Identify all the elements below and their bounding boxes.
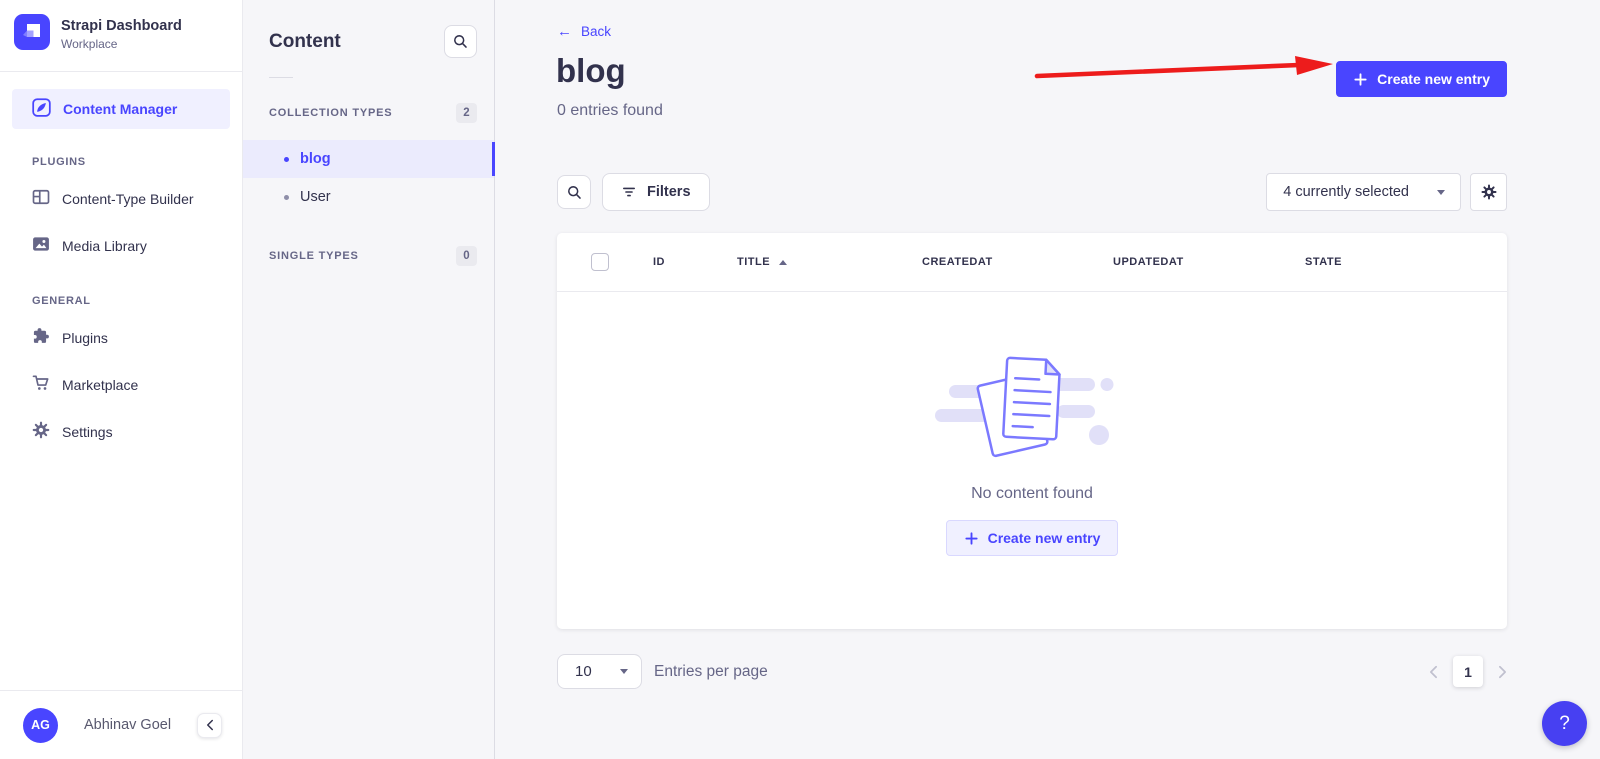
chevron-right-icon	[1499, 665, 1506, 678]
sidebar-footer: AG Abhinav Goel	[0, 690, 242, 759]
sort-ascending-icon	[779, 259, 788, 265]
puzzle-icon	[31, 326, 51, 349]
single-types-label: SINGLE TYPES	[269, 250, 359, 262]
brand: Strapi Dashboard Workplace	[0, 0, 242, 72]
subnav-search-button[interactable]	[444, 25, 477, 58]
cart-icon	[31, 373, 51, 396]
annotation-arrow	[1034, 56, 1333, 79]
brand-title: Strapi Dashboard	[61, 18, 182, 34]
search-icon	[454, 35, 467, 48]
sidebar-item-label: Media Library	[62, 237, 147, 254]
column-header-id[interactable]: ID	[653, 256, 737, 268]
divider	[269, 77, 293, 78]
entries-table-card: ID TITLE CREATEDAT UPDATEDAT STATE No co…	[557, 233, 1507, 629]
chevron-left-icon	[206, 719, 213, 731]
create-new-entry-label: Create new entry	[1377, 71, 1490, 87]
plus-icon	[1354, 72, 1367, 86]
fields-selected-value: 4 currently selected	[1283, 184, 1409, 200]
pagination-bar: 10 Entries per page 1	[557, 654, 1507, 689]
page-size-select[interactable]: 10	[557, 654, 642, 689]
bullet-icon	[284, 194, 289, 200]
subnav-item-label: User	[300, 189, 331, 205]
image-icon	[31, 234, 51, 257]
entries-count: 0 entries found	[557, 102, 663, 119]
subnav-item-blog[interactable]: blog	[243, 140, 495, 178]
gear-icon	[31, 420, 51, 443]
back-arrow-icon: ←	[557, 23, 572, 40]
main-sidebar: Strapi Dashboard Workplace Content Manag…	[0, 0, 243, 759]
sidebar-item-label: Content Manager	[63, 101, 178, 117]
table-settings-button[interactable]	[1470, 173, 1507, 211]
bullet-icon	[284, 156, 289, 162]
column-header-createdat[interactable]: CREATEDAT	[922, 256, 1113, 268]
empty-state-create-button[interactable]: Create new entry	[945, 520, 1119, 556]
toolbar: Filters 4 currently selected	[557, 173, 1507, 211]
strapi-logo-icon	[14, 14, 50, 55]
avatar: AG	[23, 707, 58, 743]
sidebar-item-content-manager[interactable]: Content Manager	[12, 89, 230, 129]
create-new-entry-button[interactable]: Create new entry	[1336, 61, 1507, 97]
chevron-left-icon	[1430, 665, 1437, 678]
back-label: Back	[581, 24, 612, 39]
fields-selected-dropdown[interactable]: 4 currently selected	[1266, 173, 1461, 211]
collection-types-label: COLLECTION TYPES	[269, 107, 393, 119]
collection-types-count-badge: 2	[456, 103, 477, 123]
main-content: ← Back blog 0 entries found Create new e…	[495, 0, 1600, 759]
previous-page-button[interactable]	[1429, 665, 1438, 679]
sidebar-item-media-library[interactable]: Media Library	[12, 223, 230, 268]
content-subnav: Content COLLECTION TYPES 2 blog User SIN…	[243, 0, 495, 759]
sidebar-item-plugins[interactable]: Plugins	[12, 315, 230, 360]
documents-illustration	[934, 356, 1113, 458]
content-manager-icon	[31, 97, 52, 121]
current-page-button[interactable]: 1	[1453, 656, 1483, 687]
plus-icon	[964, 531, 978, 545]
next-page-button[interactable]	[1498, 665, 1507, 679]
column-header-updatedat[interactable]: UPDATEDAT	[1113, 256, 1305, 268]
brand-subtitle: Workplace	[61, 37, 118, 51]
filters-label: Filters	[647, 184, 691, 200]
layout-grid-icon	[31, 187, 51, 210]
select-all-checkbox[interactable]	[591, 253, 609, 271]
sidebar-item-label: Plugins	[62, 329, 108, 346]
user-name: Abhinav Goel	[84, 717, 172, 733]
column-header-title-label: TITLE	[737, 256, 771, 268]
sidebar-item-settings[interactable]: Settings	[12, 409, 230, 454]
empty-state-create-label: Create new entry	[987, 530, 1101, 546]
back-link[interactable]: ← Back	[557, 24, 611, 39]
sidebar-item-label: Settings	[62, 423, 113, 440]
entries-per-page-label: Entries per page	[654, 662, 768, 680]
plugins-section-label: PLUGINS	[32, 156, 86, 168]
empty-state: No content found Create new entry	[557, 292, 1507, 629]
single-types-count-badge: 0	[456, 246, 477, 266]
table-search-button[interactable]	[557, 175, 591, 209]
search-icon	[567, 185, 581, 199]
page-title: blog	[556, 52, 626, 89]
filter-icon	[623, 187, 635, 197]
empty-state-message: No content found	[971, 485, 1093, 502]
sidebar-item-label: Content-Type Builder	[62, 190, 194, 207]
gear-icon	[1481, 184, 1496, 200]
subnav-title: Content	[269, 30, 341, 52]
collapse-sidebar-button[interactable]	[197, 712, 222, 738]
column-header-state[interactable]: STATE	[1305, 256, 1507, 268]
page-size-value: 10	[575, 663, 592, 680]
help-button[interactable]: ?	[1542, 701, 1587, 746]
chevron-down-icon	[620, 669, 628, 674]
general-section-label: GENERAL	[32, 295, 91, 307]
subnav-item-user[interactable]: User	[243, 178, 494, 216]
chevron-down-icon	[1437, 189, 1445, 195]
sidebar-item-content-type-builder[interactable]: Content-Type Builder	[12, 176, 230, 221]
main-nav: Content Manager PLUGINS Content-Type Bui…	[0, 72, 242, 690]
sidebar-item-label: Marketplace	[62, 376, 139, 393]
subnav-item-label: blog	[300, 151, 331, 167]
sidebar-item-marketplace[interactable]: Marketplace	[12, 362, 230, 407]
filters-button[interactable]: Filters	[602, 173, 710, 211]
table-header-row: ID TITLE CREATEDAT UPDATEDAT STATE	[557, 233, 1507, 292]
column-header-title[interactable]: TITLE	[737, 256, 922, 268]
